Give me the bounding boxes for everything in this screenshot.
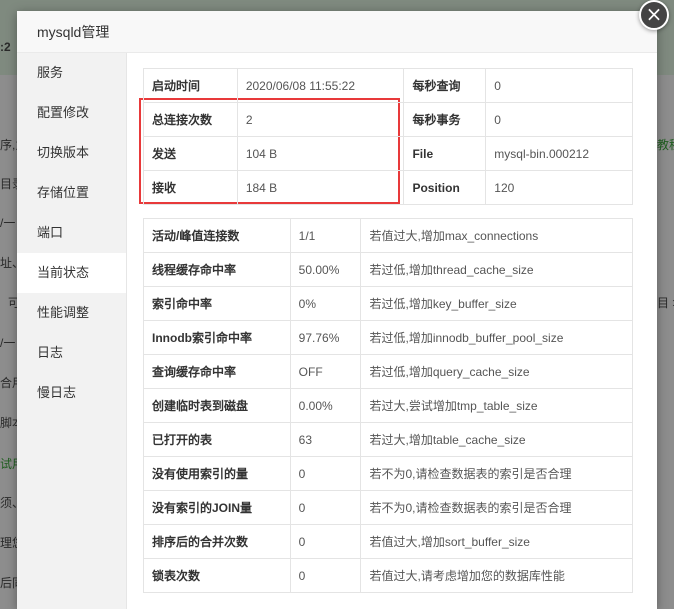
- table-row: 索引命中率 0% 若过低,增加key_buffer_size: [143, 286, 633, 321]
- sidebar-item-config[interactable]: 配置修改: [17, 93, 126, 133]
- metric-value: 0: [289, 558, 362, 593]
- metric-hint: 若值过大,增加max_connections: [360, 218, 633, 253]
- metric-label: 线程缓存命中率: [143, 252, 291, 287]
- status-label: 发送: [143, 136, 238, 171]
- status-label: 接收: [143, 170, 238, 205]
- metric-label: 索引命中率: [143, 286, 291, 321]
- table-row: Innodb索引命中率 97.76% 若过低,增加innodb_buffer_poo…: [143, 320, 633, 355]
- status-value: 104 B: [236, 136, 405, 171]
- metric-value: 63: [289, 422, 362, 457]
- table-row: 锁表次数 0 若值过大,请考虑增加您的数据库性能: [143, 558, 633, 593]
- table-row: 查询缓存命中率 OFF 若过低,增加query_cache_size: [143, 354, 633, 389]
- status-value: 120: [485, 170, 633, 205]
- status-table: 启动时间 2020/06/08 11:55:22 每秒查询 0 总连接次数 2 每秒事务 0 发…: [143, 68, 633, 205]
- metric-label: 查询缓存命中率: [143, 354, 291, 389]
- close-icon[interactable]: ×: [639, 0, 669, 30]
- metric-label: 创建临时表到磁盘: [143, 388, 291, 423]
- sidebar: 服务 配置修改 切换版本 存储位置 端口 当前状态 性能调整 日志 慢日志: [17, 53, 127, 609]
- status-label: File: [403, 136, 487, 171]
- metric-value: OFF: [289, 354, 362, 389]
- metric-label: 没有索引的JOIN量: [143, 490, 291, 525]
- background-text-fragment: /一: [0, 336, 16, 350]
- background-text-fragment: :2: [0, 40, 11, 54]
- table-row: 接收 184 B Position 120: [143, 170, 633, 205]
- table-row: 活动/峰值连接数 1/1 若值过大,增加max_connections: [143, 218, 633, 253]
- status-label: 每秒查询: [403, 68, 487, 103]
- status-value: 2020/06/08 11:55:22: [236, 68, 405, 103]
- status-value: 0: [485, 68, 633, 103]
- metrics-table: 活动/峰值连接数 1/1 若值过大,增加max_connections 线程缓存命中率…: [143, 218, 633, 593]
- metric-label: 已打开的表: [143, 422, 291, 457]
- status-label: 每秒事务: [403, 102, 487, 137]
- metric-hint: 若值过大,请考虑增加您的数据库性能: [360, 558, 633, 593]
- status-content: 启动时间 2020/06/08 11:55:22 每秒查询 0 总连接次数 2 每秒事务 0 发…: [143, 68, 633, 593]
- table-row: 创建临时表到磁盘 0.00% 若过大,尝试增加tmp_table_size: [143, 388, 633, 423]
- metric-hint: 若过低,增加query_cache_size: [360, 354, 633, 389]
- table-row: 线程缓存命中率 50.00% 若过低,增加thread_cache_size: [143, 252, 633, 287]
- metric-hint: 若过大,增加table_cache_size: [360, 422, 633, 457]
- status-label: 启动时间: [143, 68, 238, 103]
- background-text-fragment: /一: [0, 216, 16, 230]
- status-value: mysql-bin.000212: [485, 136, 633, 171]
- metric-value: 97.76%: [289, 320, 362, 355]
- dialog-title: mysqld管理: [37, 24, 110, 40]
- status-value: 184 B: [236, 170, 405, 205]
- metric-hint: 若过低,增加innodb_buffer_pool_size: [360, 320, 633, 355]
- metric-value: 0: [289, 456, 362, 491]
- metric-hint: 若过大,尝试增加tmp_table_size: [360, 388, 633, 423]
- metric-hint: 若不为0,请检查数据表的索引是否合理: [360, 490, 633, 525]
- metric-label: 排序后的合并次数: [143, 524, 291, 559]
- metric-hint: 若不为0,请检查数据表的索引是否合理: [360, 456, 633, 491]
- mysqld-manager-dialog: mysqld管理 服务 配置修改 切换版本 存储位置 端口 当前状态 性能调整 日志 慢日志 启…: [17, 11, 657, 609]
- sidebar-item-log[interactable]: 日志: [17, 333, 126, 373]
- metric-hint: 若过低,增加thread_cache_size: [360, 252, 633, 287]
- sidebar-item-performance[interactable]: 性能调整: [17, 293, 126, 333]
- sidebar-item-version[interactable]: 切换版本: [17, 133, 126, 173]
- metric-hint: 若过低,增加key_buffer_size: [360, 286, 633, 321]
- metric-label: 锁表次数: [143, 558, 291, 593]
- status-value: 0: [485, 102, 633, 137]
- metric-hint: 若值过大,增加sort_buffer_size: [360, 524, 633, 559]
- sidebar-item-status[interactable]: 当前状态: [17, 253, 126, 293]
- metric-value: 0: [289, 524, 362, 559]
- metric-label: Innodb索引命中率: [143, 320, 291, 355]
- metric-value: 0.00%: [289, 388, 362, 423]
- sidebar-item-storage[interactable]: 存储位置: [17, 173, 126, 213]
- status-value: 2: [236, 102, 405, 137]
- sidebar-item-slow-log[interactable]: 慢日志: [17, 373, 126, 413]
- metric-value: 0%: [289, 286, 362, 321]
- table-row: 总连接次数 2 每秒事务 0: [143, 102, 633, 137]
- metric-value: 1/1: [289, 218, 362, 253]
- metric-label: 没有使用索引的量: [143, 456, 291, 491]
- status-label: 总连接次数: [143, 102, 238, 137]
- metric-label: 活动/峰值连接数: [143, 218, 291, 253]
- table-row: 排序后的合并次数 0 若值过大,增加sort_buffer_size: [143, 524, 633, 559]
- status-label: Position: [403, 170, 487, 205]
- background-text-fragment: 教程: [657, 138, 674, 152]
- sidebar-item-service[interactable]: 服务: [17, 53, 126, 93]
- metric-value: 0: [289, 490, 362, 525]
- table-row: 启动时间 2020/06/08 11:55:22 每秒查询 0: [143, 68, 633, 103]
- table-row: 发送 104 B File mysql-bin.000212: [143, 136, 633, 171]
- dialog-header: mysqld管理: [17, 11, 657, 53]
- sidebar-item-port[interactable]: 端口: [17, 213, 126, 253]
- metric-value: 50.00%: [289, 252, 362, 287]
- table-row: 没有索引的JOIN量 0 若不为0,请检查数据表的索引是否合理: [143, 490, 633, 525]
- table-row: 没有使用索引的量 0 若不为0,请检查数据表的索引是否合理: [143, 456, 633, 491]
- background-text-fragment: 目 >: [657, 296, 674, 310]
- table-row: 已打开的表 63 若过大,增加table_cache_size: [143, 422, 633, 457]
